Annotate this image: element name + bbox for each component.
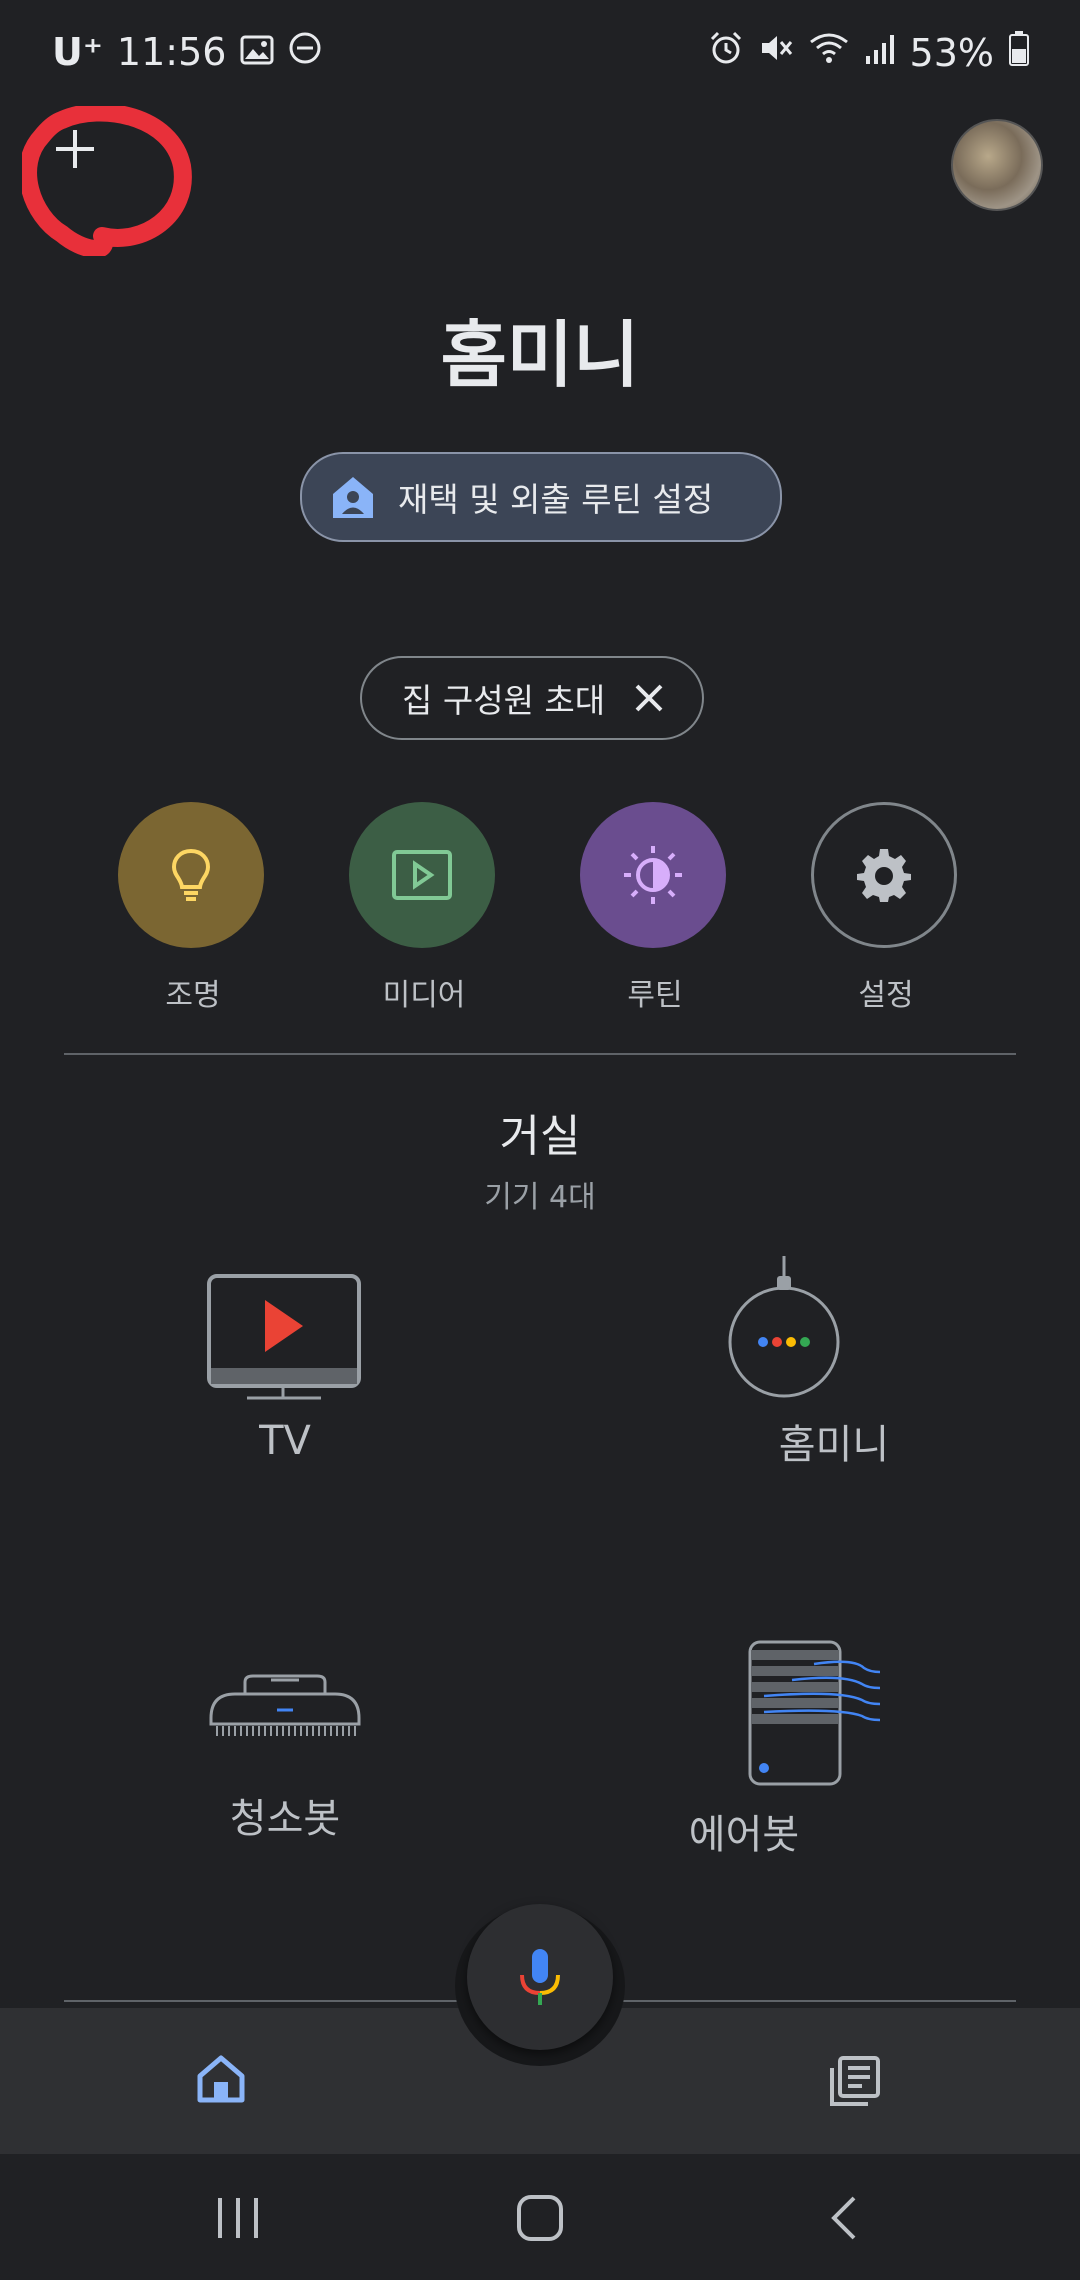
plus-icon	[56, 130, 94, 168]
routine-setup-chip[interactable]: 재택 및 외출 루틴 설정	[300, 452, 782, 542]
quick-action-label: 조명	[165, 978, 221, 1013]
alarm-icon	[708, 30, 744, 75]
recent-apps-icon[interactable]	[214, 2196, 262, 2244]
device-label: 청소봇	[229, 1796, 341, 1842]
device-home-mini[interactable]: 홈미니	[684, 1252, 984, 1470]
quick-action-lights[interactable]: 조명	[118, 802, 268, 1014]
device-tv[interactable]: TV	[135, 1262, 435, 1464]
routine-setup-label: 재택 및 외출 루틴 설정	[398, 480, 714, 519]
add-button[interactable]	[19, 103, 192, 258]
device-label: 에어봇	[688, 1812, 800, 1858]
home-icon[interactable]	[196, 2054, 246, 2108]
quick-action-label: 설정	[858, 978, 914, 1013]
system-nav-bar	[0, 2154, 1080, 2280]
clock: 11:56	[116, 30, 227, 74]
page-title: 홈미니	[440, 313, 640, 397]
wifi-icon	[808, 30, 850, 75]
feed-icon[interactable]	[828, 2054, 882, 2112]
invite-member-label: 집 구성원 초대	[402, 681, 606, 720]
device-label: TV	[259, 1418, 311, 1464]
carrier-label: U⁺	[52, 30, 103, 74]
tv-icon	[207, 1274, 361, 1400]
smart-speaker-icon	[728, 1256, 840, 1398]
robot-vacuum-icon	[209, 1674, 361, 1736]
home-person-icon	[330, 474, 376, 520]
quick-action-settings[interactable]: 설정	[811, 802, 961, 1014]
image-icon	[240, 30, 274, 74]
home-nav-icon[interactable]	[516, 2194, 564, 2246]
air-purifier-icon	[748, 1640, 881, 1786]
gear-icon	[811, 802, 957, 948]
avatar[interactable]	[951, 119, 1043, 211]
quick-action-label: 루틴	[627, 978, 683, 1013]
lightbulb-icon	[118, 802, 264, 948]
mute-icon	[758, 30, 794, 75]
device-air-purifier[interactable]: 에어봇	[644, 1638, 944, 1860]
battery-percent: 53%	[909, 30, 994, 75]
quick-action-media[interactable]: 미디어	[349, 802, 499, 1014]
device-label: 홈미니	[778, 1422, 890, 1468]
quick-action-routine[interactable]: 루틴	[580, 802, 730, 1014]
signal-icon	[864, 31, 896, 75]
status-bar: U⁺ 11:56 53%	[0, 20, 1080, 90]
quick-action-label: 미디어	[382, 978, 466, 1013]
invite-member-chip[interactable]: 집 구성원 초대	[360, 656, 704, 740]
dnd-icon	[288, 30, 322, 74]
back-icon[interactable]	[826, 2194, 860, 2246]
routine-icon	[580, 802, 726, 948]
mic-icon	[520, 1949, 560, 2005]
room-device-count: 기기 4대	[484, 1180, 596, 1215]
annotation-circle	[19, 103, 192, 258]
battery-icon	[1008, 30, 1030, 75]
close-icon[interactable]	[631, 680, 667, 716]
room-title: 거실	[499, 1111, 581, 1162]
divider	[64, 1053, 1016, 1055]
media-play-icon	[349, 802, 495, 948]
mic-button[interactable]	[467, 1904, 613, 2050]
device-robot-vacuum[interactable]: 청소봇	[135, 1670, 435, 1844]
